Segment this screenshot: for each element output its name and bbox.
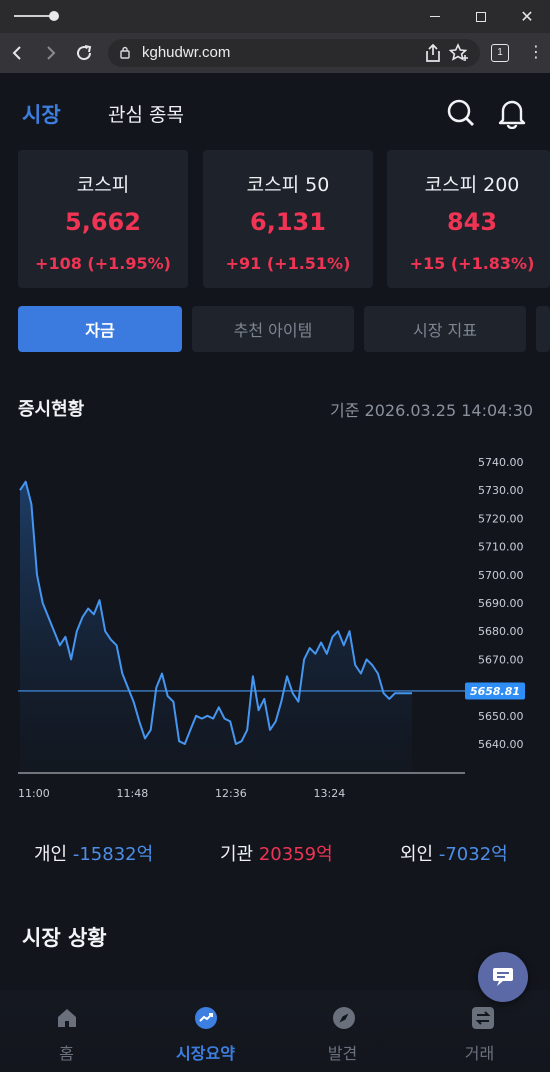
browser-menu-button[interactable]: ⋮ bbox=[528, 42, 544, 62]
index-value: 5,662 bbox=[65, 208, 141, 236]
market-status-title: 증시현황 bbox=[18, 399, 85, 420]
index-name: 코스피 50 bbox=[246, 174, 330, 196]
y-tick-label: 5710.00 bbox=[478, 541, 524, 554]
segment-recommended[interactable]: 추천 아이템 bbox=[192, 306, 354, 352]
flow-value: 20359억 bbox=[258, 844, 333, 865]
y-tick-label: 5640.00 bbox=[478, 738, 524, 751]
chat-icon bbox=[493, 968, 513, 986]
share-icon[interactable] bbox=[424, 43, 442, 63]
nav-home[interactable]: 홈 bbox=[0, 990, 137, 1072]
tab-count-button[interactable]: 1 bbox=[491, 44, 509, 62]
reload-button[interactable] bbox=[74, 43, 94, 63]
close-button[interactable]: ✕ bbox=[504, 0, 550, 33]
flow-label: 개인 bbox=[34, 844, 68, 865]
basis-timestamp: 기준 2026.03.25 14:04:30 bbox=[330, 401, 534, 420]
nav-label: 거래 bbox=[464, 1044, 495, 1063]
x-tick-label: 13:24 bbox=[314, 787, 346, 800]
bell-icon[interactable] bbox=[497, 97, 527, 129]
nav-discover[interactable]: 발견 bbox=[274, 990, 411, 1072]
index-name: 코스피 200 bbox=[424, 174, 520, 196]
segment-indicators[interactable]: 시장 지표 bbox=[364, 306, 526, 352]
index-change: +15 (+1.83%) bbox=[409, 254, 535, 273]
forward-button[interactable] bbox=[40, 43, 60, 63]
nav-label: 홈 bbox=[59, 1044, 74, 1063]
flow-value: -15832억 bbox=[72, 844, 154, 865]
index-card-kospi200[interactable]: 코스피 200 843 +15 (+1.83%) bbox=[387, 150, 550, 288]
address-bar: kghudwr.com 1 ⋮ bbox=[0, 33, 550, 73]
market-chart[interactable]: 5740.00 5730.00 5720.00 5710.00 5700.00 5690.… bbox=[0, 440, 550, 810]
site-info-icon[interactable] bbox=[120, 46, 130, 59]
more-vertical-icon: ⋮ bbox=[528, 42, 544, 61]
index-value: 6,131 bbox=[250, 208, 326, 236]
browser-titlebar: ✕ bbox=[0, 0, 550, 33]
y-tick-label: 5740.00 bbox=[478, 456, 524, 469]
nav-trade[interactable]: 거래 bbox=[411, 990, 548, 1072]
zoom-slider-track[interactable] bbox=[14, 15, 54, 17]
index-card-kospi50[interactable]: 코스피 50 6,131 +91 (+1.51%) bbox=[203, 150, 373, 288]
y-tick-label: 5650.00 bbox=[478, 710, 524, 723]
y-tick-label: 5680.00 bbox=[478, 625, 524, 638]
index-change: +108 (+1.95%) bbox=[35, 254, 171, 273]
x-tick-label: 11:00 bbox=[18, 787, 50, 800]
index-value: 843 bbox=[446, 208, 498, 236]
flow-institution: 기관 20359억 bbox=[220, 840, 333, 866]
search-icon[interactable] bbox=[446, 98, 476, 128]
y-tick-label: 5720.00 bbox=[478, 512, 524, 525]
maximize-button[interactable] bbox=[458, 0, 504, 33]
y-tick-label: 5690.00 bbox=[478, 597, 524, 610]
segment-more[interactable] bbox=[536, 306, 550, 352]
nav-label: 발견 bbox=[327, 1044, 358, 1063]
trend-icon bbox=[195, 1007, 217, 1029]
reload-icon bbox=[77, 45, 92, 61]
minimize-icon bbox=[430, 16, 440, 17]
arrow-right-icon bbox=[47, 46, 56, 60]
flow-foreign: 외인 -7032억 bbox=[400, 840, 508, 866]
x-tick-label: 11:48 bbox=[117, 787, 149, 800]
nav-label: 시장요약 bbox=[176, 1044, 235, 1063]
compass-icon bbox=[333, 1007, 355, 1029]
zoom-slider-handle[interactable] bbox=[49, 11, 59, 21]
back-button[interactable] bbox=[8, 43, 28, 63]
tab-watchlist[interactable]: 관심 종목 bbox=[108, 100, 184, 127]
arrow-left-icon bbox=[12, 46, 21, 60]
current-value-label: 5658.81 bbox=[470, 685, 520, 698]
nav-market-summary[interactable]: 시장요약 bbox=[137, 990, 274, 1072]
y-tick-label: 5670.00 bbox=[478, 653, 524, 666]
close-icon: ✕ bbox=[520, 7, 534, 26]
x-tick-label: 12:36 bbox=[215, 787, 247, 800]
index-change: +91 (+1.51%) bbox=[225, 254, 351, 273]
bookmark-star-icon[interactable] bbox=[449, 43, 471, 63]
flow-value: -7032억 bbox=[438, 844, 508, 865]
segment-funds[interactable]: 자금 bbox=[18, 306, 182, 352]
current-value-badge: 5658.81 bbox=[465, 682, 525, 700]
bottom-navigation: 홈 시장요약 발견 거래 bbox=[0, 990, 550, 1072]
flow-label: 외인 bbox=[400, 844, 434, 865]
chat-button[interactable] bbox=[478, 952, 528, 1002]
flow-label: 기관 bbox=[220, 844, 254, 865]
tab-market[interactable]: 시장 bbox=[22, 99, 61, 129]
maximize-icon bbox=[476, 11, 486, 22]
y-tick-label: 5730.00 bbox=[478, 484, 524, 497]
index-name: 코스피 bbox=[76, 174, 130, 196]
y-tick-label: 5700.00 bbox=[478, 569, 524, 582]
home-icon bbox=[58, 1009, 76, 1027]
url-text: kghudwr.com bbox=[142, 44, 231, 61]
market-situation-title: 시장 상황 bbox=[22, 926, 107, 950]
flow-individual: 개인 -15832억 bbox=[34, 840, 153, 866]
index-card-kospi[interactable]: 코스피 5,662 +108 (+1.95%) bbox=[18, 150, 188, 288]
minimize-button[interactable] bbox=[412, 0, 458, 33]
exchange-icon bbox=[472, 1007, 494, 1029]
